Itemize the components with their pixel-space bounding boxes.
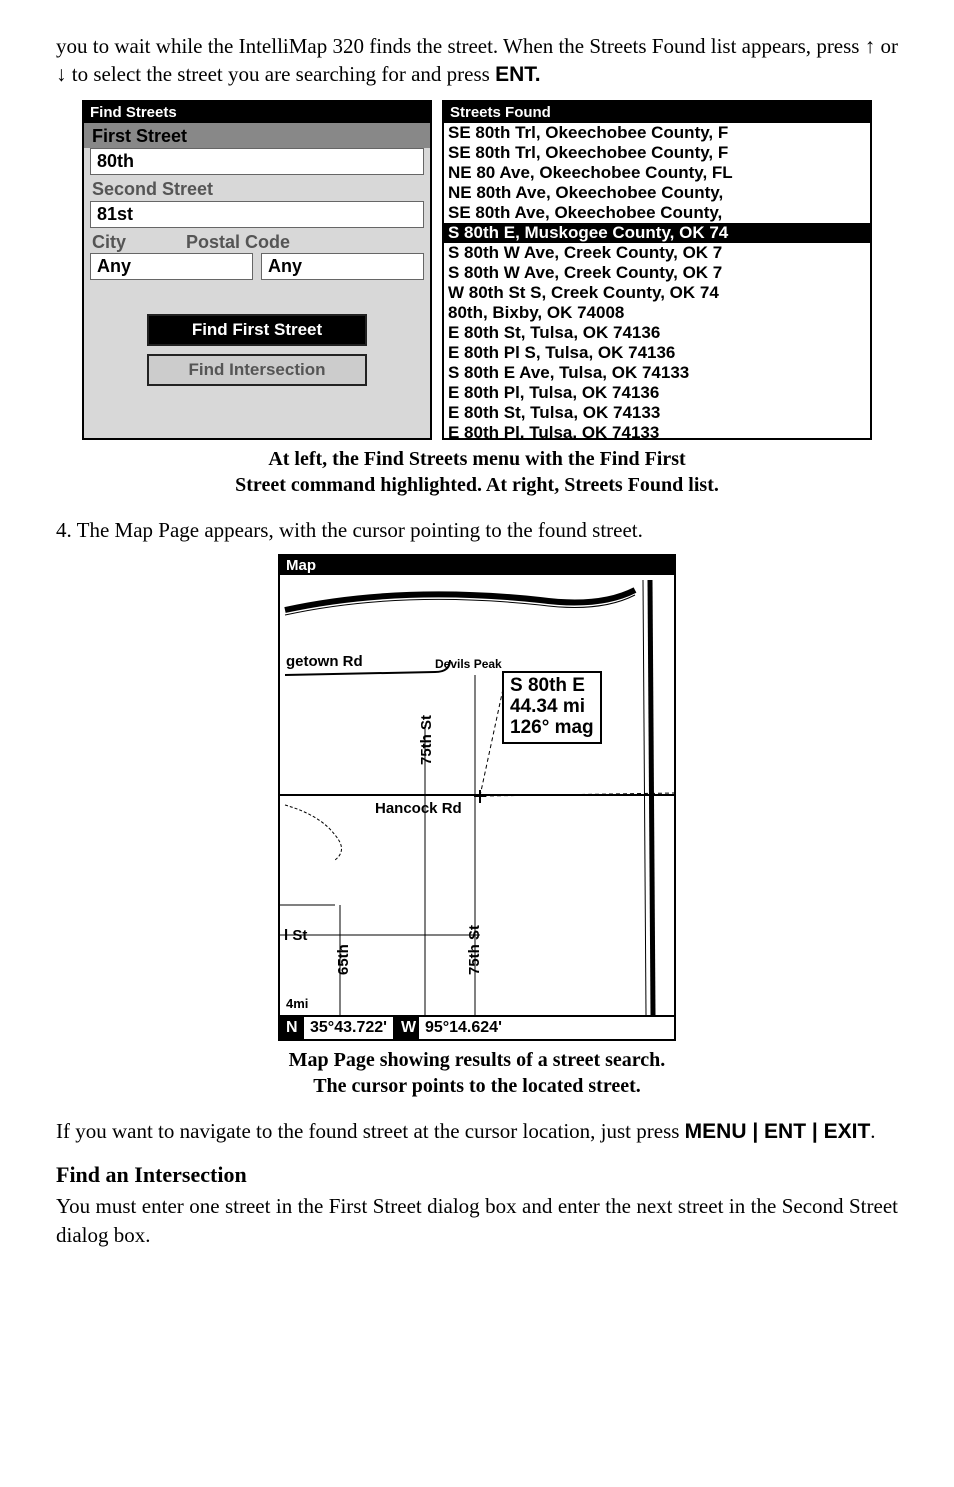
road-label-75th-b: 75th St [466, 925, 483, 975]
list-item[interactable]: S 80th W Ave, Creek County, OK 7 [444, 243, 870, 263]
list-item[interactable]: E 80th St, Tulsa, OK 74133 [444, 403, 870, 423]
navigate-paragraph: If you want to navigate to the found str… [56, 1117, 898, 1146]
find-streets-panel: Find Streets First Street 80th Second St… [82, 100, 432, 440]
step-4-text: 4. The Map Page appears, with the cursor… [56, 516, 898, 544]
find-intersection-heading: Find an Intersection [56, 1162, 898, 1188]
second-street-input[interactable]: 81st [90, 201, 424, 228]
list-item[interactable]: S 80th E Ave, Tulsa, OK 74133 [444, 363, 870, 383]
first-street-input[interactable]: 80th [90, 148, 424, 175]
intro-text-a: you to wait while the IntelliMap 320 fin… [56, 34, 865, 58]
streets-found-titlebar: Streets Found [444, 102, 870, 123]
list-item[interactable]: E 80th Pl S, Tulsa, OK 74136 [444, 343, 870, 363]
nav-period: . [870, 1119, 875, 1143]
route-name: S 80th E [510, 676, 594, 697]
first-street-label: First Street [84, 123, 430, 148]
postal-input[interactable]: Any [261, 253, 424, 280]
find-first-street-button[interactable]: Find First Street [147, 314, 367, 346]
road-label-getown: getown Rd [286, 653, 363, 670]
caption-2b: The cursor points to the located street. [313, 1075, 641, 1097]
list-item[interactable]: S 80th W Ave, Creek County, OK 7 [444, 263, 870, 283]
lat-dir: N [280, 1017, 304, 1039]
list-item[interactable]: 80th, Bixby, OK 74008 [444, 303, 870, 323]
last-paragraph: You must enter one street in the First S… [56, 1192, 898, 1249]
list-item[interactable]: SE 80th Ave, Okeechobee County, [444, 203, 870, 223]
find-intersection-button[interactable]: Find Intersection [147, 354, 367, 386]
list-item[interactable]: E 80th Pl, Tulsa, OK 74133 [444, 423, 870, 440]
streets-found-list[interactable]: SE 80th Trl, Okeechobee County, F SE 80t… [444, 123, 870, 440]
caption-1: At left, the Find Streets menu with the … [56, 446, 898, 498]
figure-pair: Find Streets First Street 80th Second St… [56, 100, 898, 440]
lon-value: 95°14.624' [419, 1017, 674, 1039]
list-item[interactable]: SE 80th Trl, Okeechobee County, F [444, 123, 870, 143]
second-street-label: Second Street [84, 176, 430, 201]
map-area[interactable]: getown Rd Devils Peak S 80th E 44.34 mi … [280, 575, 674, 1015]
lat-value: 35°43.722' [304, 1017, 395, 1039]
list-item[interactable]: NE 80th Ave, Okeechobee County, [444, 183, 870, 203]
city-input[interactable]: Any [90, 253, 253, 280]
lon-dir: W [395, 1017, 419, 1039]
route-bearing: 126° mag [510, 718, 594, 739]
ent-key: ENT. [495, 63, 541, 86]
streets-found-panel: Streets Found SE 80th Trl, Okeechobee Co… [442, 100, 872, 440]
road-label-hancock: Hancock Rd [375, 800, 462, 817]
coord-bar: N 35°43.722' W 95°14.624' [280, 1015, 674, 1039]
list-item[interactable]: W 80th St S, Creek County, OK 74 [444, 283, 870, 303]
caption-2a: Map Page showing results of a street sea… [289, 1049, 666, 1071]
list-item[interactable]: NE 80 Ave, Okeechobee County, FL [444, 163, 870, 183]
map-titlebar: Map [280, 556, 674, 575]
find-streets-titlebar: Find Streets [84, 102, 430, 123]
road-label-65th: 65th [335, 944, 352, 975]
map-panel: Map getown Rd Devils Peak S 80th E 44.34… [278, 554, 676, 1041]
list-item-selected[interactable]: S 80th E, Muskogee County, OK 74 [444, 223, 870, 243]
city-label: City [92, 232, 126, 253]
nav-text-a: If you want to navigate to the found str… [56, 1119, 685, 1143]
map-scale: 4mi [286, 996, 308, 1011]
nav-keys: MENU | ENT | EXIT [685, 1120, 871, 1143]
road-label-75th-a: 75th St [418, 715, 435, 765]
list-item[interactable]: E 80th Pl, Tulsa, OK 74136 [444, 383, 870, 403]
intro-paragraph: you to wait while the IntelliMap 320 fin… [56, 32, 898, 90]
list-item[interactable]: SE 80th Trl, Okeechobee County, F [444, 143, 870, 163]
caption-1a: At left, the Find Streets menu with the … [268, 448, 685, 470]
road-label-lst: l St [284, 927, 307, 944]
postal-code-label: Postal Code [186, 232, 290, 253]
route-info-box: S 80th E 44.34 mi 126° mag [502, 671, 602, 744]
list-item[interactable]: E 80th St, Tulsa, OK 74136 [444, 323, 870, 343]
caption-2: Map Page showing results of a street sea… [56, 1047, 898, 1099]
peak-label: Devils Peak [435, 657, 502, 671]
route-distance: 44.34 mi [510, 697, 594, 718]
intro-text-b: to select the street you are searching f… [67, 62, 496, 86]
caption-1b: Street command highlighted. At right, St… [235, 474, 719, 496]
